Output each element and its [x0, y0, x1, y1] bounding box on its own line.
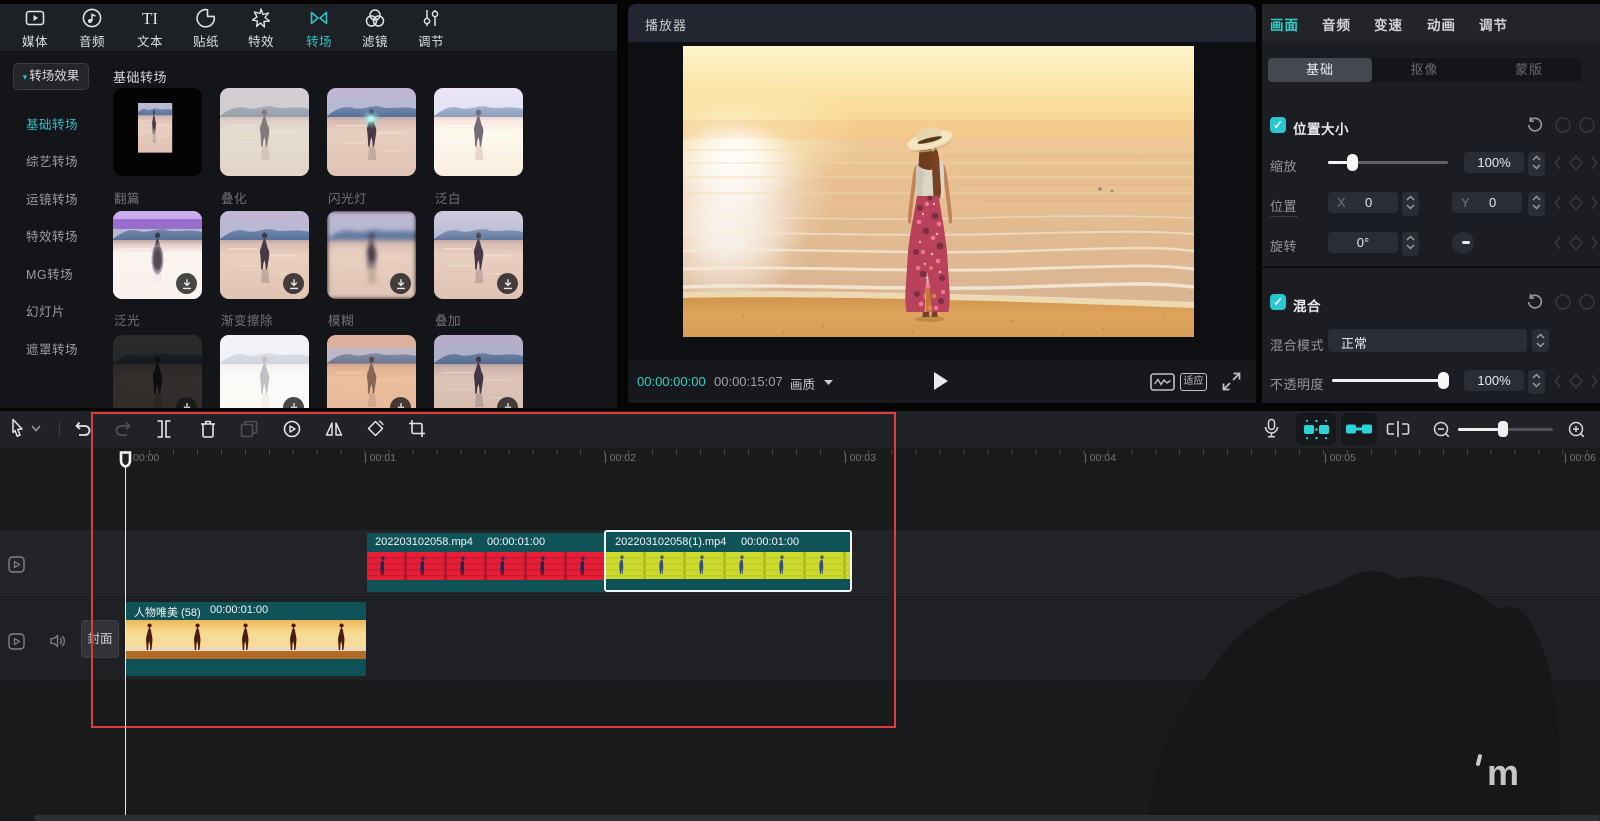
svg-text:TI: TI — [142, 9, 158, 28]
